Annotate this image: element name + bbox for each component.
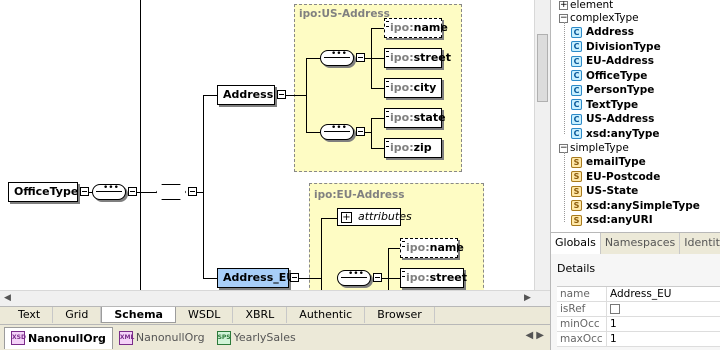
complex-type-icon: C [571,84,582,96]
element-us-state[interactable]: ipo:state [384,108,446,128]
complex-type-icon: C [571,99,582,111]
tree-item-simple[interactable]: S US-State [571,184,638,199]
complex-type-icon: C [571,41,582,53]
sps-file-icon: SPS [216,330,231,345]
tree-item-complex[interactable]: C DivisionType [571,40,661,55]
group-label-eu-address: ipo:EU-Address [314,189,405,201]
simple-type-icon: S [571,171,582,183]
complex-type-icon: C [571,55,582,67]
element-address-eu[interactable]: Address_EU [217,268,295,288]
doc-tab-nanonullorg-xml[interactable]: XML NanonullOrg [113,327,211,349]
simple-type-icon: S [571,214,582,226]
element-address[interactable]: Address [217,85,275,105]
tree-node-complextype[interactable]: − complexType [559,11,639,26]
collapse-toggle-officetype[interactable] [80,187,89,196]
collapse-toggle-sequence-us-2[interactable] [356,127,365,136]
tree-item-simple[interactable]: SemailType [571,155,646,170]
tab-globals[interactable]: Globals [551,233,601,254]
doc-tab-nanonullorg-xsd[interactable]: XSD NanonullOrg [4,326,113,349]
details-row[interactable]: maxOcc 1 [557,332,720,347]
scroll-right-icon[interactable]: ▶ [524,293,531,303]
collapse-toggle-sequence-us-1[interactable] [356,53,365,62]
element-officetype[interactable]: OfficeType [8,182,78,202]
group-label-us-address: ipo:US-Address [299,8,390,20]
tab-authentic-view[interactable]: Authentic [287,307,366,323]
details-row[interactable]: name Address_EU [557,287,720,302]
simple-type-icon: S [571,156,582,168]
sequence-compositor-eu[interactable] [337,269,371,286]
attributes-box[interactable]: + attributes [337,208,412,226]
doc-tab-yearlysales[interactable]: SPS YearlySales [211,327,302,349]
panel-tabs-bar: Globals Namespaces Identity [551,232,720,254]
details-title: Details [557,262,596,275]
scroll-left-icon[interactable]: ◀ [4,293,11,303]
tab-wsdl-view[interactable]: WSDL [176,307,234,323]
element-us-zip[interactable]: ipo:zip [384,138,442,158]
tree-item-complex[interactable]: C EU-Address [571,54,654,69]
view-tabs-bar: Text Grid Schema WSDL XBRL Authentic Bro… [0,306,550,324]
tab-text-view[interactable]: Text [6,307,54,323]
simple-type-icon: S [571,185,582,197]
tree-item-complex[interactable]: C OfficeType [571,69,647,84]
tree-item-simple[interactable]: Sxsd:anyURI [571,213,653,228]
globals-tree[interactable]: + element − complexType C Address C Division… [551,0,720,232]
tree-item-complex[interactable]: Cxsd:anyType [571,127,660,142]
details-table: name Address_EU isRef minOcc 1 maxOcc 1 [557,286,720,347]
sequence-compositor-us-1[interactable] [320,49,354,66]
tree-item-simple[interactable]: Sxsd:anySimpleType [571,199,700,214]
collapse-toggle-address[interactable] [277,90,286,99]
diagram-horizontal-scrollbar[interactable]: ◀ ▶ [0,290,550,306]
element-us-street[interactable]: ipo:street [384,48,451,68]
tab-namespaces[interactable]: Namespaces [601,233,681,254]
sequence-compositor-officetype[interactable] [92,183,126,200]
tree-item-complex[interactable]: C TextType [571,98,638,113]
xsd-file-icon: XSD [11,331,26,345]
tree-item-complex[interactable]: C US-Address [571,112,654,127]
expand-attributes-icon[interactable]: + [341,212,352,223]
simple-type-icon: S [571,200,582,212]
tree-item-complex[interactable]: C Address [571,25,634,40]
element-eu-street[interactable]: ipo:street [400,268,467,288]
element-us-name[interactable]: ipo:name [384,18,448,38]
details-row[interactable]: isRef [557,302,720,317]
complex-type-icon: C [571,113,582,125]
tree-node-simpletype[interactable]: − simpleType [559,141,629,156]
element-eu-name[interactable]: ipo:name [400,238,464,258]
complex-type-icon: C [571,70,582,82]
doc-tab-navigation[interactable]: ◀ ▶ [525,330,544,341]
complex-type-icon: C [571,128,582,140]
tree-item-complex[interactable]: C PersonType [571,83,654,98]
expand-icon[interactable]: + [559,0,568,10]
choice-compositor[interactable] [156,184,186,200]
isref-checkbox[interactable] [610,304,620,314]
schema-diagram[interactable]: ipo:US-Address ipo:EU-Address OfficeType… [0,0,534,290]
collapse-toggle-sequence-eu[interactable] [373,273,382,282]
tab-schema-view[interactable]: Schema [101,307,176,323]
xml-file-icon: XML [118,330,134,345]
tree-item-simple[interactable]: S EU-Postcode [571,170,660,185]
element-us-city[interactable]: ipo:city [384,78,442,98]
tab-identity[interactable]: Identity [680,233,720,254]
collapse-toggle-sequence-officetype[interactable] [128,187,137,196]
tab-xbrl-view[interactable]: XBRL [233,307,288,323]
document-tabs-bar: XSD NanonullOrg XML NanonullOrg SPS YearlyS… [0,324,550,350]
collapse-toggle-choice[interactable] [188,187,197,196]
sequence-compositor-us-2[interactable] [320,123,354,140]
tab-grid-view[interactable]: Grid [53,307,102,323]
tab-browser-view[interactable]: Browser [365,307,435,323]
diagram-vertical-scrollbar[interactable] [534,0,550,290]
vertical-scroll-thumb[interactable] [537,34,548,102]
details-row[interactable]: minOcc 1 [557,317,720,332]
complex-type-icon: C [571,26,582,38]
schema-overview-panel: + element − complexType C Address C Division… [550,0,720,350]
diagram-guide-line [140,0,141,290]
collapse-toggle-address-eu[interactable] [290,273,299,282]
